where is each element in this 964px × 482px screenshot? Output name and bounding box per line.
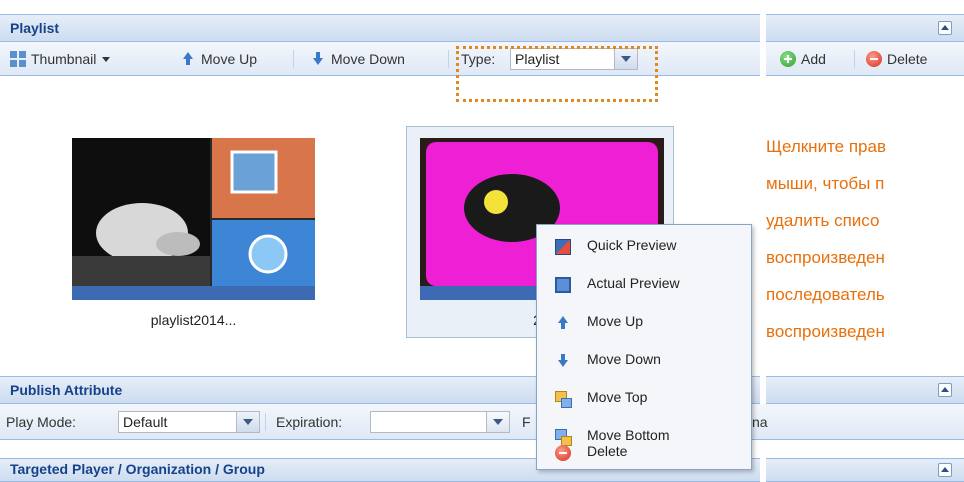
publish-panel-header-right: [766, 376, 964, 404]
playlist-thumbnail-1-image: [72, 138, 315, 300]
move-down-label: Move Down: [331, 51, 405, 67]
truncated-field-label: F: [522, 412, 531, 432]
menu-item-label: Move Top: [587, 389, 648, 405]
play-mode-label: Play Mode:: [6, 412, 76, 432]
truncated-right-label: na: [752, 412, 768, 432]
move-top-icon: [555, 391, 572, 408]
add-label: Add: [801, 51, 826, 67]
arrow-down-icon: [310, 51, 326, 67]
play-mode-select[interactable]: Default: [118, 411, 260, 433]
playlist-thumbnail-1[interactable]: [72, 138, 315, 300]
delete-icon: [555, 445, 571, 461]
toolbar-separator: [448, 50, 449, 68]
expiration-date-input[interactable]: [370, 411, 510, 433]
type-highlight-box: [456, 46, 658, 102]
move-down-button[interactable]: Move Down: [310, 49, 405, 69]
move-up-label: Move Up: [201, 51, 258, 67]
menu-item-label: Move Down: [587, 351, 661, 367]
collapse-publish-button[interactable]: [938, 383, 952, 397]
chevron-down-icon: [102, 56, 111, 62]
menu-item-quick-preview[interactable]: Quick Preview: [537, 227, 751, 265]
delete-icon: [866, 51, 882, 67]
menu-item-actual-preview[interactable]: Actual Preview: [537, 265, 751, 303]
annotation-line: последователь: [766, 285, 885, 304]
annotation-line: удалить списо: [766, 211, 880, 230]
menu-item-move-down[interactable]: Move Down: [537, 341, 751, 379]
menu-item-label: Quick Preview: [587, 237, 677, 253]
menu-item-label: Actual Preview: [587, 275, 680, 291]
toolbar-separator: [265, 413, 266, 431]
publish-panel-title: Publish Attribute: [10, 382, 123, 398]
play-mode-value: Default: [123, 414, 168, 430]
chevron-down-icon[interactable]: [236, 412, 259, 432]
arrow-up-icon: [555, 315, 571, 331]
truncated-right-text: na: [752, 414, 768, 430]
move-up-button[interactable]: Move Up: [180, 49, 257, 69]
delete-label: Delete: [887, 51, 928, 67]
menu-item-move-up[interactable]: Move Up: [537, 303, 751, 341]
menu-item-label: Move Up: [587, 313, 644, 329]
annotation-line: воспроизведен: [766, 248, 885, 267]
grid-view-icon: [10, 51, 26, 67]
toolbar-separator: [293, 50, 294, 68]
expiration-label: Expiration:: [276, 412, 342, 432]
thumbnail-label: Thumbnail: [31, 51, 97, 67]
delete-button[interactable]: Delete: [866, 49, 927, 69]
add-button[interactable]: Add: [780, 49, 826, 69]
annotation-line: Щелкните прав: [766, 137, 886, 156]
menu-item-move-top[interactable]: Move Top: [537, 379, 751, 417]
arrow-down-icon: [555, 353, 571, 369]
menu-item-delete[interactable]: Delete: [537, 431, 751, 469]
targeted-panel-title: Targeted Player / Organization / Group: [10, 461, 265, 477]
playlist-panel-header: Playlist: [0, 14, 760, 42]
quick-preview-icon: [555, 239, 571, 255]
thumbnail-view-button[interactable]: Thumbnail: [10, 49, 111, 69]
calendar-icon[interactable]: [486, 412, 509, 432]
playlist-toolbar-right: Add Delete: [766, 42, 964, 76]
annotation-line: воспроизведен: [766, 322, 885, 341]
playlist-panel-header-right: [766, 14, 964, 42]
playlist-thumbnail-1-caption: playlist2014...: [150, 312, 237, 328]
context-menu: Quick Preview Actual Preview Move Up Mov…: [536, 224, 752, 470]
annotation-line: мыши, чтобы п: [766, 174, 885, 193]
add-icon: [780, 51, 796, 67]
menu-item-label: Delete: [587, 443, 628, 459]
expiration-label-text: Expiration:: [276, 414, 343, 430]
playlist-panel-title: Playlist: [10, 20, 60, 36]
monitor-icon: [555, 277, 571, 293]
targeted-panel-header-right: [766, 458, 964, 482]
collapse-playlist-button[interactable]: [938, 21, 952, 35]
arrow-up-icon: [180, 51, 196, 67]
toolbar-separator: [854, 50, 855, 68]
play-mode-label-text: Play Mode:: [6, 414, 77, 430]
truncated-field-label-text: F: [522, 414, 531, 430]
collapse-targeted-button[interactable]: [938, 463, 952, 477]
publish-toolbar: Play Mode: Default Expiration: F na: [0, 404, 964, 440]
annotation-text: Щелкните прав мыши, чтобы п удалить спис…: [766, 128, 964, 350]
